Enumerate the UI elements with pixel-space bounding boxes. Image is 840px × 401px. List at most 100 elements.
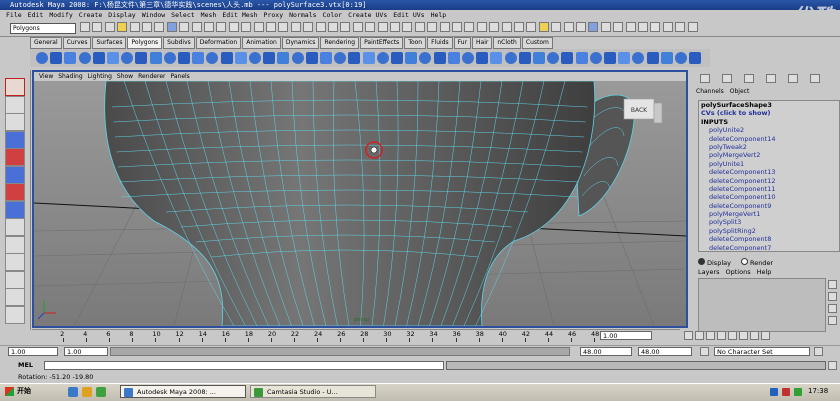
layer-menu-options[interactable]: Options [726, 268, 751, 276]
menu-window[interactable]: Window [142, 11, 165, 19]
single-pane-layout-icon[interactable] [5, 218, 25, 236]
channel-box-item[interactable]: polySplitRing2 [699, 227, 839, 235]
character-set-select[interactable]: No Character Set [714, 347, 810, 356]
shelf-tool-icon[interactable] [220, 52, 233, 64]
system-tray-icon[interactable] [794, 388, 802, 396]
status-line-button-icon[interactable] [266, 22, 276, 32]
shelf-tab-deformation[interactable]: Deformation [195, 37, 242, 49]
channel-box-item[interactable]: deleteComponent13 [699, 168, 839, 176]
quick-launch-icon[interactable] [82, 387, 92, 397]
menu-edit-uvs[interactable]: Edit UVs [393, 11, 424, 19]
shelf-tab-subdivs[interactable]: Subdivs [163, 37, 195, 49]
status-line-button-icon[interactable] [241, 22, 252, 32]
shelf-tab-fur[interactable]: Fur [453, 37, 472, 49]
shelf-tool-icon[interactable] [178, 52, 190, 64]
channel-box-item[interactable]: polySplit3 [699, 218, 839, 226]
selected-vertex[interactable] [370, 146, 378, 154]
layer-button-icon[interactable] [828, 280, 837, 289]
quick-launch-icon[interactable] [68, 387, 78, 397]
status-line-button-icon[interactable] [675, 22, 686, 32]
channel-box-item[interactable]: INPUTS [699, 118, 839, 126]
shelf-tool-icon[interactable] [320, 52, 332, 64]
status-line-button-icon[interactable] [179, 22, 190, 32]
channel-box-item[interactable]: deleteComponent14 [699, 135, 839, 143]
panel-layout-icon[interactable] [744, 74, 754, 83]
shelf-tool-icon[interactable] [305, 52, 318, 64]
shelf-tool-icon[interactable] [689, 52, 702, 64]
shelf-tool-icon[interactable] [490, 52, 503, 64]
end-time-field[interactable]: 48.00 [638, 347, 692, 356]
shelf-tab-toon[interactable]: Toon [404, 37, 427, 49]
shelf-tool-icon[interactable] [660, 52, 673, 64]
status-line-button-icon[interactable] [439, 22, 450, 32]
shelf-tool-icon[interactable] [149, 52, 162, 64]
rotate-tool-icon[interactable] [5, 148, 25, 166]
channel-box-item[interactable]: polySurfaceShape3 [699, 101, 839, 109]
shelf-tool-icon[interactable] [362, 52, 375, 64]
shelf-tab-curves[interactable]: Curves [62, 37, 92, 49]
layer-button-icon[interactable] [828, 316, 837, 325]
status-line-button-icon[interactable] [563, 22, 574, 32]
range-slider-bar[interactable] [110, 347, 570, 356]
panel-layout-icon[interactable] [810, 74, 820, 83]
layer-editor-area[interactable] [698, 278, 826, 332]
shelf-tool-icon[interactable] [533, 52, 545, 64]
shelf-tool-icon[interactable] [234, 52, 247, 64]
menu-help[interactable]: Help [431, 11, 447, 19]
taskbar-task-button[interactable]: Autodesk Maya 2008: ... [120, 385, 246, 398]
status-line-button-icon[interactable] [154, 22, 165, 32]
status-line-button-icon[interactable] [452, 22, 462, 32]
channel-box-item[interactable]: deleteComponent8 [699, 235, 839, 243]
menu-color[interactable]: Color [323, 11, 343, 19]
layer-button-icon[interactable] [828, 292, 837, 301]
status-line-button-icon[interactable] [117, 22, 128, 32]
shelf-tool-icon[interactable] [263, 52, 276, 64]
shelf-tool-icon[interactable] [476, 52, 489, 64]
panel-layout-icon[interactable] [700, 74, 710, 83]
status-line-button-icon[interactable] [365, 22, 376, 32]
menu-create[interactable]: Create [79, 11, 102, 19]
status-line-button-icon[interactable] [576, 22, 586, 32]
status-line-button-icon[interactable] [253, 22, 264, 32]
step-forward-key-icon[interactable] [739, 331, 748, 340]
menu-select[interactable]: Select [171, 11, 194, 19]
shelf-tab-general[interactable]: General [30, 37, 62, 49]
system-tray-icon[interactable] [782, 388, 790, 396]
shelf-tool-icon[interactable] [433, 52, 446, 64]
status-line-button-icon[interactable] [303, 22, 314, 32]
panel-menu-view[interactable]: View [39, 73, 53, 80]
status-line-button-icon[interactable] [662, 22, 673, 32]
menu-edit[interactable]: Edit [28, 11, 44, 19]
shelf-tab-custom[interactable]: Custom [521, 37, 553, 49]
lasso-tool-icon[interactable] [5, 95, 25, 114]
shelf-tool-icon[interactable] [50, 52, 63, 64]
step-back-key-icon[interactable] [706, 331, 715, 340]
status-line-button-icon[interactable] [600, 22, 611, 32]
shelf-tab-hair[interactable]: Hair [472, 37, 493, 49]
channel-box-item[interactable]: polyUnite2 [699, 126, 839, 134]
layer-menu-layers[interactable]: Layers [698, 268, 720, 276]
status-line-button-icon[interactable] [377, 22, 388, 32]
status-line-button-icon[interactable] [476, 22, 487, 32]
shelf-tab-rendering[interactable]: Rendering [320, 37, 360, 49]
viewport-scene[interactable]: BACK persp [34, 81, 686, 326]
shelf-tool-icon[interactable] [518, 52, 531, 64]
shelf-tab-painteffects[interactable]: PaintEffects [360, 37, 404, 49]
status-line-button-icon[interactable] [427, 22, 438, 32]
layer-option-display[interactable]: Display [698, 258, 731, 267]
auto-key-button[interactable] [700, 347, 709, 356]
status-line-button-icon[interactable] [104, 22, 115, 32]
channel-box-item[interactable]: polyMergeVert1 [699, 210, 839, 218]
layer-button-icon[interactable] [828, 304, 837, 313]
status-line-button-icon[interactable] [92, 22, 103, 32]
select-tool-icon[interactable] [5, 78, 25, 96]
shelf-tool-icon[interactable] [405, 52, 418, 64]
quick-launch-icon[interactable] [96, 387, 106, 397]
hypershade-layout-icon[interactable] [5, 305, 25, 324]
status-line-button-icon[interactable] [551, 22, 562, 32]
shelf-tool-icon[interactable] [348, 52, 361, 64]
menu-normals[interactable]: Normals [289, 11, 316, 19]
channel-box-tab-object[interactable]: Object [730, 88, 750, 95]
status-line-button-icon[interactable] [204, 22, 214, 32]
shelf-tool-icon[interactable] [249, 52, 261, 64]
